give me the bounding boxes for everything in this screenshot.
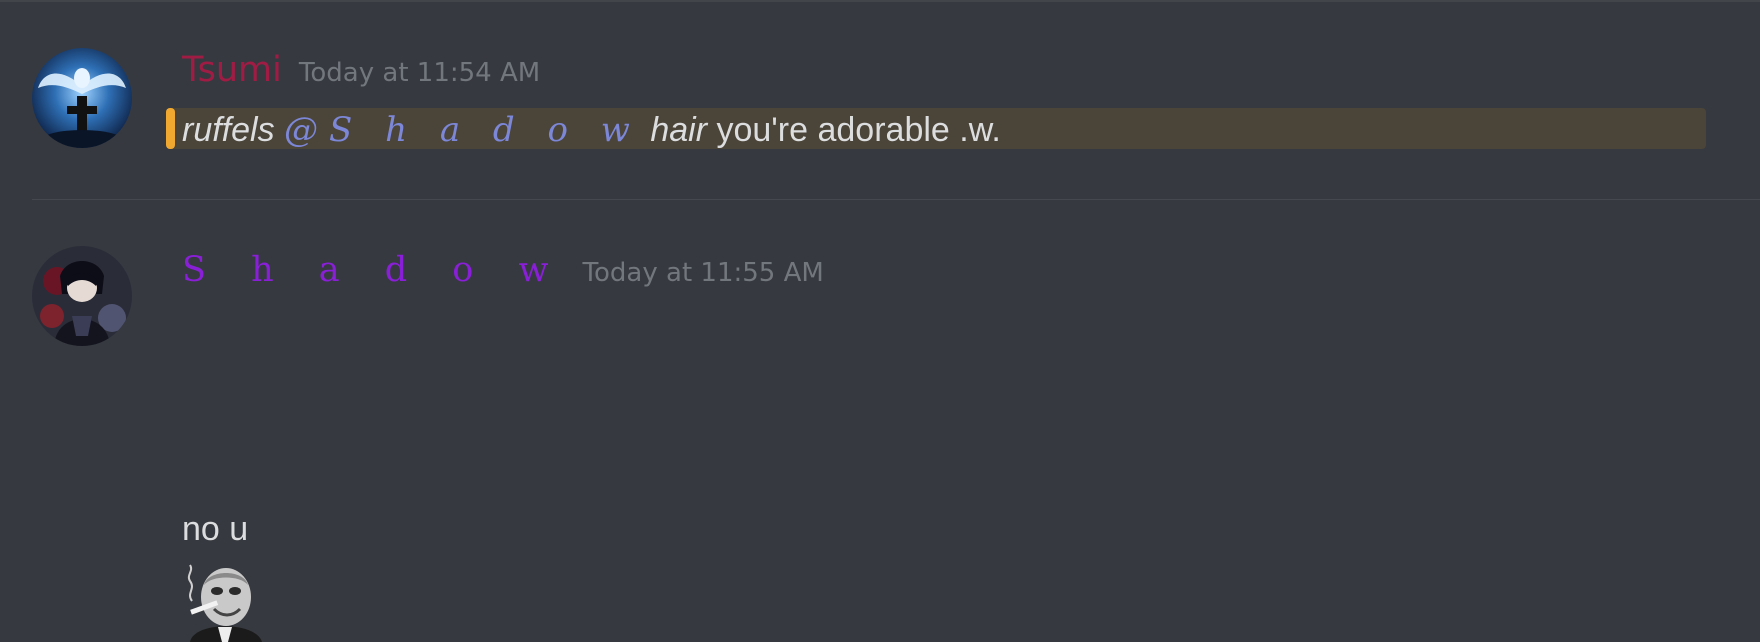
cigar-man-emoji[interactable] bbox=[184, 563, 266, 642]
message-text: you're adorable .w. bbox=[707, 111, 1001, 149]
message-text: no u bbox=[182, 510, 249, 548]
user-mention[interactable]: @S h a d o w bbox=[284, 110, 641, 150]
message-header: S h a d o w Today at 11:55 AM bbox=[182, 250, 824, 290]
mention-indicator-bar bbox=[166, 108, 175, 149]
message-group-shadow: S h a d o w Today at 11:55 AM no u bbox=[0, 200, 1760, 642]
message-content: no u bbox=[182, 510, 248, 549]
timestamp[interactable]: Today at 11:55 AM bbox=[583, 258, 824, 288]
action-text-start: ruffels bbox=[182, 111, 275, 149]
username-shadow[interactable]: S h a d o w bbox=[182, 250, 565, 290]
username-tsumi[interactable]: Tsumi bbox=[182, 50, 282, 90]
message-content: ruffels @S h a d o w hair you're adorabl… bbox=[182, 110, 1001, 150]
avatar-shadow[interactable] bbox=[32, 246, 132, 346]
avatar-tsumi[interactable] bbox=[32, 48, 132, 148]
message-header: Tsumi Today at 11:54 AM bbox=[182, 50, 540, 90]
message-group-tsumi: Tsumi Today at 11:54 AM ruffels @S h a d… bbox=[0, 0, 1760, 199]
action-text-end: hair bbox=[650, 111, 708, 149]
timestamp[interactable]: Today at 11:54 AM bbox=[299, 58, 540, 88]
